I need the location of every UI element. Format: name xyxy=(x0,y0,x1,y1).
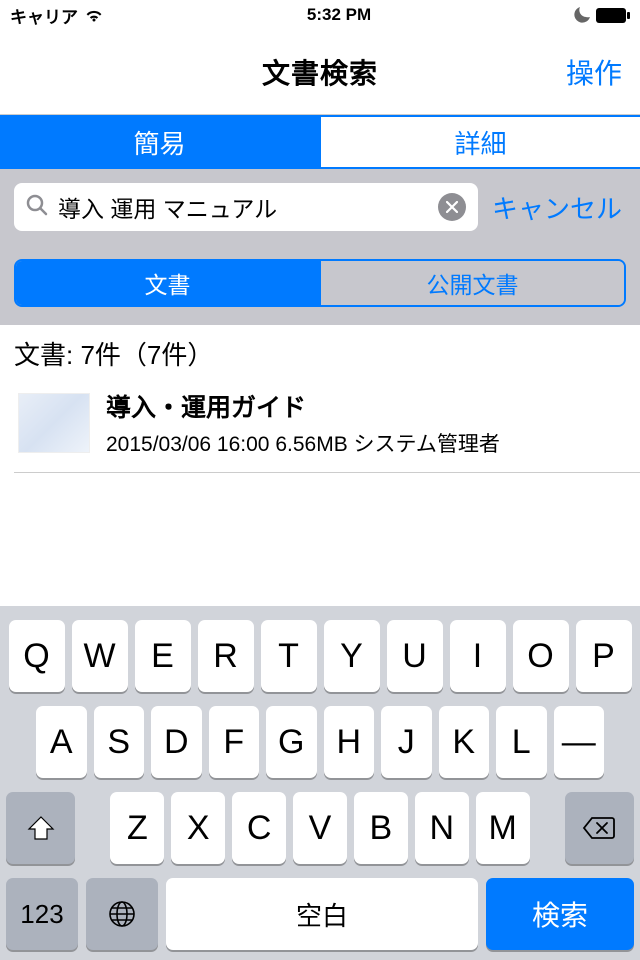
key-t[interactable]: T xyxy=(261,620,317,692)
document-thumbnail xyxy=(18,393,90,453)
key-d[interactable]: D xyxy=(151,706,202,778)
key-e[interactable]: E xyxy=(135,620,191,692)
keyboard-row-2: A S D F G H J K L — xyxy=(0,706,640,792)
moon-icon xyxy=(574,7,590,23)
key-b[interactable]: B xyxy=(354,792,408,864)
key-m[interactable]: M xyxy=(476,792,530,864)
results-header: 文書: 7件（7件） xyxy=(0,325,640,378)
key-c[interactable]: C xyxy=(232,792,286,864)
search-box[interactable]: 導入 運用 マニュアル xyxy=(14,183,478,231)
number-key[interactable]: 123 xyxy=(6,878,78,950)
key-p[interactable]: P xyxy=(576,620,632,692)
keyboard-row-4: 123 空白 検索 xyxy=(0,878,640,960)
list-item[interactable]: 導入・運用ガイド 2015/03/06 16:00 6.56MB システム管理者 xyxy=(0,378,640,472)
space-key[interactable]: 空白 xyxy=(166,878,478,950)
key-a[interactable]: A xyxy=(36,706,87,778)
search-area: 導入 運用 マニュアル キャンセル 文書 公開文書 xyxy=(0,169,640,325)
key-s[interactable]: S xyxy=(94,706,145,778)
cancel-button[interactable]: キャンセル xyxy=(488,189,626,226)
status-time: 5:32 PM xyxy=(307,5,371,25)
page-title: 文書検索 xyxy=(262,52,378,92)
key-r[interactable]: R xyxy=(198,620,254,692)
result-meta: 2015/03/06 16:00 6.56MB システム管理者 xyxy=(106,428,500,458)
search-icon xyxy=(26,194,48,221)
status-bar: キャリア 5:32 PM xyxy=(0,0,640,30)
key-g[interactable]: G xyxy=(266,706,317,778)
status-left: キャリア xyxy=(10,3,104,28)
key-h[interactable]: H xyxy=(324,706,375,778)
result-text: 導入・運用ガイド 2015/03/06 16:00 6.56MB システム管理者 xyxy=(106,388,500,458)
tab-simple[interactable]: 簡易 xyxy=(0,117,319,167)
key-l[interactable]: L xyxy=(496,706,547,778)
backspace-key[interactable] xyxy=(565,792,634,864)
key-i[interactable]: I xyxy=(450,620,506,692)
search-input[interactable]: 導入 運用 マニュアル xyxy=(58,190,428,224)
shift-key[interactable] xyxy=(6,792,75,864)
action-button[interactable]: 操作 xyxy=(566,52,622,92)
scope-doc[interactable]: 文書 xyxy=(16,261,319,305)
key-z[interactable]: Z xyxy=(110,792,164,864)
key-x[interactable]: X xyxy=(171,792,225,864)
search-row: 導入 運用 マニュアル キャンセル xyxy=(14,183,626,231)
result-title: 導入・運用ガイド xyxy=(106,388,500,424)
battery-icon xyxy=(596,8,630,23)
keyboard-row-1: Q W E R T Y U I O P xyxy=(0,620,640,706)
key-q[interactable]: Q xyxy=(9,620,65,692)
keyboard-row-3: Z X C V B N M xyxy=(0,792,640,878)
keyboard: Q W E R T Y U I O P A S D F G H J K L — … xyxy=(0,606,640,960)
key-f[interactable]: F xyxy=(209,706,260,778)
key-u[interactable]: U xyxy=(387,620,443,692)
clear-icon[interactable] xyxy=(438,193,466,221)
nav-bar: 文書検索 操作 xyxy=(0,30,640,115)
return-key[interactable]: 検索 xyxy=(486,878,634,950)
key-y[interactable]: Y xyxy=(324,620,380,692)
key-o[interactable]: O xyxy=(513,620,569,692)
carrier-label: キャリア xyxy=(10,3,78,28)
globe-key[interactable] xyxy=(86,878,158,950)
scope-segmented-control: 文書 公開文書 xyxy=(14,259,626,307)
key-dash[interactable]: — xyxy=(554,706,605,778)
key-v[interactable]: V xyxy=(293,792,347,864)
key-w[interactable]: W xyxy=(72,620,128,692)
key-j[interactable]: J xyxy=(381,706,432,778)
mode-segmented-control: 簡易 詳細 xyxy=(0,115,640,169)
key-n[interactable]: N xyxy=(415,792,469,864)
status-right xyxy=(574,7,630,23)
scope-public-doc[interactable]: 公開文書 xyxy=(319,261,624,305)
tab-detail[interactable]: 詳細 xyxy=(319,117,640,167)
divider xyxy=(14,472,640,473)
key-k[interactable]: K xyxy=(439,706,490,778)
wifi-icon xyxy=(84,8,104,23)
